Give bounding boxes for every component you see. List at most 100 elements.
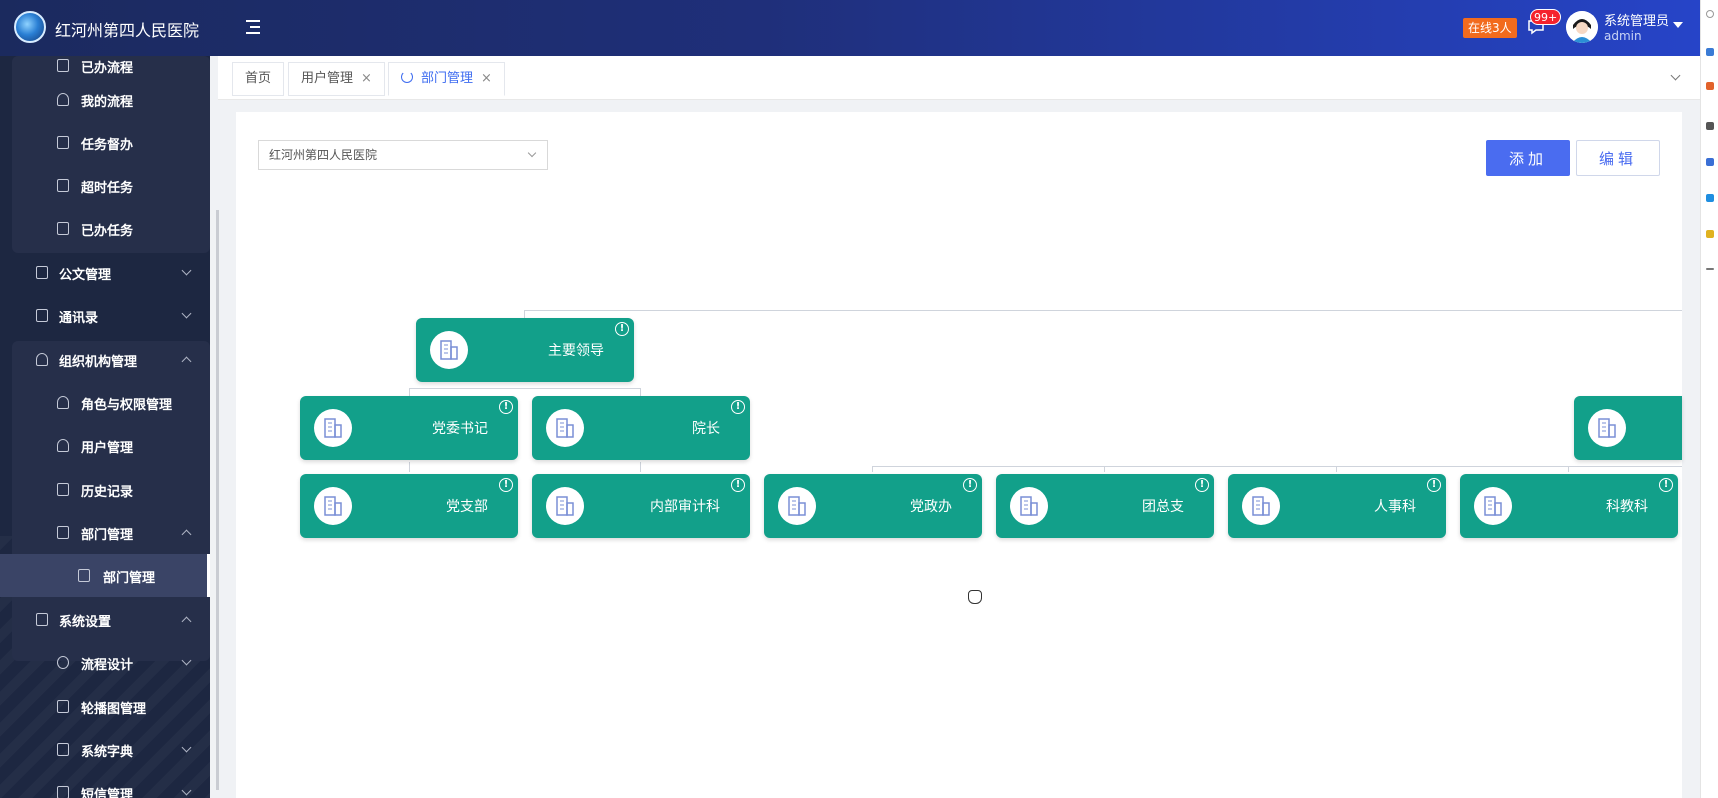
- online-users-badge[interactable]: 在线3人: [1463, 18, 1517, 38]
- org-icon: [57, 526, 69, 539]
- org-node-science-education[interactable]: 科教科 !: [1460, 474, 1678, 538]
- sidebar-item-task-supervise[interactable]: 任务督办: [0, 121, 210, 164]
- close-icon[interactable]: ×: [361, 63, 372, 95]
- sidebar-item-dictionary[interactable]: 系统字典: [0, 728, 210, 771]
- sidebar-item-dept-management[interactable]: 部门管理: [0, 554, 210, 597]
- node-label: 党支部: [446, 499, 488, 515]
- sidebar-item-flow-design[interactable]: 流程设计: [0, 641, 210, 684]
- info-icon[interactable]: !: [731, 478, 745, 492]
- info-icon[interactable]: !: [499, 478, 513, 492]
- chevron-down-icon: [181, 308, 192, 319]
- building-icon: [1242, 487, 1280, 525]
- file-icon: [36, 266, 48, 279]
- hospital-logo-icon: [14, 11, 46, 43]
- org-icon: [78, 569, 90, 582]
- chevron-down-icon: [181, 265, 192, 276]
- chevron-up-icon: [181, 529, 192, 540]
- hand-cursor-icon: [968, 590, 982, 604]
- edge-search-icon[interactable]: [1706, 10, 1714, 18]
- edge-app-icon[interactable]: [1706, 122, 1714, 130]
- tab-user-management[interactable]: 用户管理 ×: [288, 62, 385, 96]
- info-icon[interactable]: !: [1195, 478, 1209, 492]
- org-node-party-office[interactable]: 党政办 !: [764, 474, 982, 538]
- sidebar-item-sms[interactable]: 短信管理: [0, 771, 210, 798]
- sidebar-item-documents[interactable]: 公文管理: [0, 251, 210, 294]
- tabs-more-chevron-icon[interactable]: [1670, 70, 1681, 81]
- user-menu-caret-icon[interactable]: [1673, 22, 1683, 28]
- tab-dept-management[interactable]: 部门管理 ×: [388, 62, 505, 96]
- node-label: 党政办: [910, 499, 952, 515]
- org-node-party-branch[interactable]: 党支部 !: [300, 474, 518, 538]
- notification-count-badge: 99+: [1530, 9, 1562, 25]
- org-node-hr[interactable]: 人事科 !: [1228, 474, 1446, 538]
- add-button[interactable]: 添加: [1486, 140, 1570, 176]
- role-icon: [57, 396, 69, 409]
- close-icon[interactable]: ×: [481, 63, 492, 95]
- org-node-partial[interactable]: [1574, 396, 1682, 460]
- connector-line: [872, 466, 1682, 467]
- message-icon: [57, 786, 69, 798]
- node-label: 科教科: [1606, 499, 1648, 515]
- sidebar-item-my-flow[interactable]: 我的流程: [0, 78, 210, 121]
- menu-toggle-icon[interactable]: [243, 17, 263, 37]
- building-icon: [1588, 409, 1626, 447]
- user-icon: [57, 93, 69, 106]
- sidebar-item-org-management[interactable]: 组织机构管理: [0, 338, 210, 381]
- book-icon: [57, 743, 69, 756]
- sidebar-item-history[interactable]: 历史记录: [0, 468, 210, 511]
- info-icon[interactable]: !: [615, 322, 629, 336]
- org-node-internal-audit[interactable]: 内部审计科 !: [532, 474, 750, 538]
- org-node-root[interactable]: 主要领导 !: [416, 318, 634, 382]
- history-icon: [57, 483, 69, 496]
- refresh-icon[interactable]: [401, 71, 413, 83]
- sidebar-item-done-task[interactable]: 已办任务: [0, 207, 210, 250]
- chevron-up-icon: [181, 356, 192, 367]
- org-node-party-secretary[interactable]: 党委书记 !: [300, 396, 518, 460]
- node-label: 内部审计科: [650, 499, 720, 515]
- doc-icon: [57, 59, 69, 72]
- edge-app-icon[interactable]: [1706, 230, 1714, 238]
- sidebar-item-dept-management-group[interactable]: 部门管理: [0, 511, 210, 554]
- organization-select[interactable]: 红河州第四人民医院: [258, 140, 548, 170]
- node-label: 主要领导: [548, 343, 604, 359]
- building-icon: [314, 487, 352, 525]
- flow-icon: [57, 656, 69, 669]
- info-icon[interactable]: !: [1659, 478, 1673, 492]
- sidebar-item-system-settings[interactable]: 系统设置: [0, 598, 210, 641]
- org-node-president[interactable]: 院长 !: [532, 396, 750, 460]
- sidebar-item-overdue-task[interactable]: 超时任务: [0, 164, 210, 207]
- image-icon: [57, 700, 69, 713]
- edge-app-icon[interactable]: [1706, 82, 1714, 90]
- node-label: 党委书记: [432, 421, 488, 437]
- sidebar-item-contacts[interactable]: 通讯录: [0, 294, 210, 337]
- building-icon: [546, 487, 584, 525]
- sidebar-item-role-permission[interactable]: 角色与权限管理: [0, 381, 210, 424]
- info-icon[interactable]: !: [1427, 478, 1441, 492]
- edge-app-icon[interactable]: [1706, 158, 1714, 166]
- edge-app-icon[interactable]: [1706, 48, 1714, 56]
- tab-home[interactable]: 首页: [232, 62, 285, 96]
- info-icon[interactable]: !: [499, 400, 513, 414]
- node-label: 团总支: [1142, 499, 1184, 515]
- org-node-youth-league[interactable]: 团总支 !: [996, 474, 1214, 538]
- info-icon[interactable]: !: [731, 400, 745, 414]
- sidebar-item-user-management[interactable]: 用户管理: [0, 424, 210, 467]
- info-icon[interactable]: !: [963, 478, 977, 492]
- user-icon: [36, 353, 48, 366]
- edge-add-icon[interactable]: [1706, 268, 1714, 270]
- phone-icon: [36, 309, 48, 322]
- user-login: admin: [1604, 29, 1642, 43]
- sidebar-item-carousel[interactable]: 轮播图管理: [0, 685, 210, 728]
- connector-line: [409, 462, 410, 472]
- edge-app-icon[interactable]: [1706, 194, 1714, 202]
- connector-line: [524, 310, 1682, 311]
- sidebar-scrollbar[interactable]: [216, 210, 219, 790]
- connector-line: [1568, 466, 1569, 472]
- building-icon: [778, 487, 816, 525]
- user-name[interactable]: 系统管理员: [1604, 10, 1669, 29]
- monitor-icon: [36, 613, 48, 626]
- user-avatar[interactable]: [1566, 11, 1598, 43]
- chevron-down-icon: [181, 655, 192, 666]
- edit-button[interactable]: 编辑: [1576, 140, 1660, 176]
- right-edge-strip: [1700, 0, 1718, 798]
